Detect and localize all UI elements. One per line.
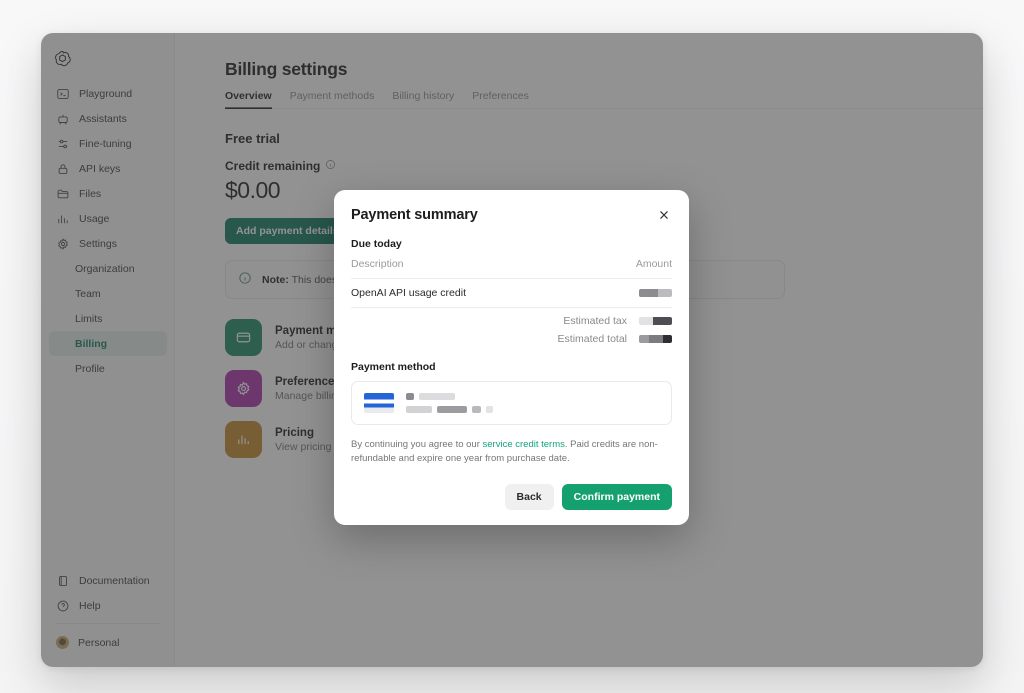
- card-number-redacted: [406, 406, 493, 413]
- card-name-redacted: [406, 393, 493, 400]
- column-description: Description: [351, 258, 404, 270]
- estimated-tax-label: Estimated tax: [563, 315, 627, 327]
- confirm-payment-button[interactable]: Confirm payment: [562, 484, 672, 510]
- summary-table-header: Description Amount: [351, 250, 672, 278]
- service-credit-terms-link[interactable]: service credit terms: [483, 439, 565, 450]
- terms-prefix: By continuing you agree to our: [351, 439, 483, 450]
- close-icon[interactable]: [656, 207, 672, 223]
- page-root: Playground Assistants: [0, 0, 1024, 693]
- payment-summary-dialog: Payment summary Due today Description Am…: [334, 190, 689, 525]
- table-row: OpenAI API usage credit: [351, 279, 672, 307]
- row-amount-redacted: [639, 289, 672, 297]
- due-today-label: Due today: [351, 238, 672, 250]
- dialog-title: Payment summary: [351, 207, 478, 223]
- column-amount: Amount: [636, 258, 672, 270]
- estimated-total-row: Estimated total: [351, 330, 672, 345]
- card-details: [406, 393, 493, 413]
- estimated-total-label: Estimated total: [558, 333, 627, 345]
- payment-method-label: Payment method: [351, 361, 672, 373]
- dialog-actions: Back Confirm payment: [351, 484, 672, 510]
- back-button[interactable]: Back: [505, 484, 554, 510]
- dialog-header: Payment summary: [351, 207, 672, 223]
- visa-card-logo: [364, 393, 394, 413]
- row-description: OpenAI API usage credit: [351, 287, 466, 299]
- estimated-total-redacted: [639, 335, 672, 343]
- estimated-tax-row: Estimated tax: [351, 308, 672, 330]
- terms-text: By continuing you agree to our service c…: [351, 438, 672, 467]
- payment-method-card[interactable]: [351, 381, 672, 425]
- estimated-tax-redacted: [639, 317, 672, 325]
